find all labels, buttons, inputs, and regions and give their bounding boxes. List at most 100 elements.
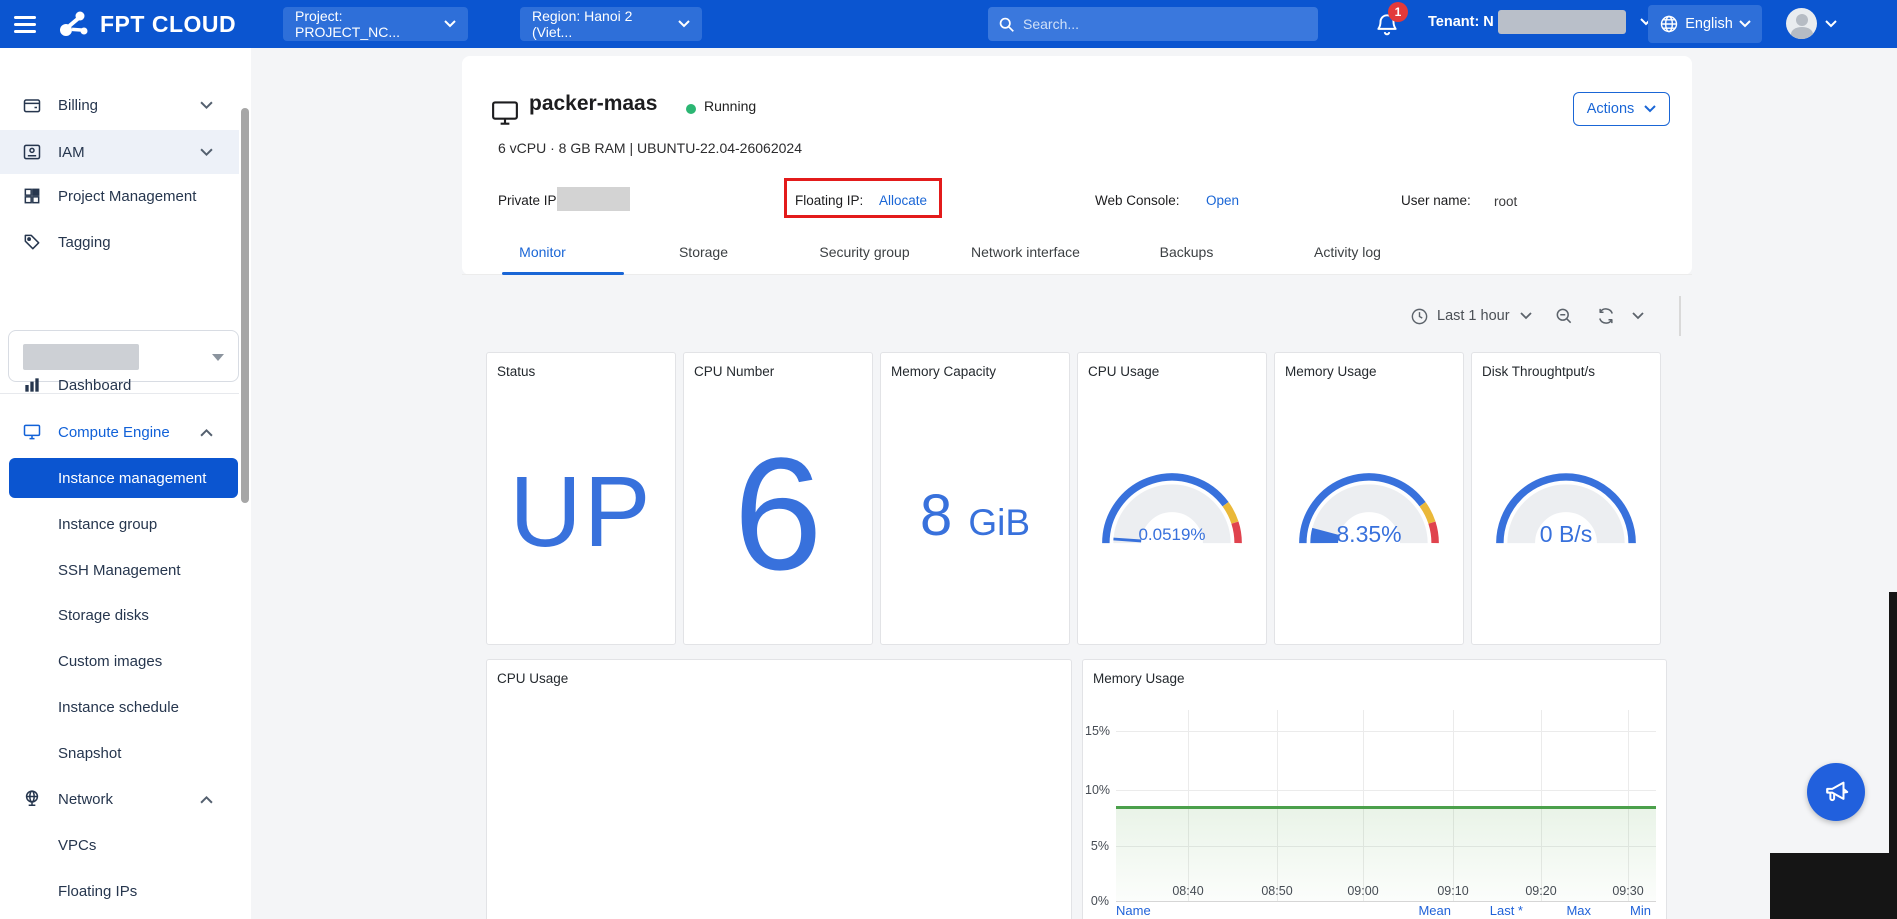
memory-usage-value: 8.35% bbox=[1275, 521, 1463, 548]
gridline bbox=[1116, 790, 1656, 791]
sidebar-scrollbar[interactable] bbox=[241, 108, 249, 503]
search-input[interactable] bbox=[1023, 16, 1283, 32]
tag-icon bbox=[22, 232, 42, 252]
announcement-fab[interactable] bbox=[1807, 763, 1865, 821]
screen-edge bbox=[1770, 853, 1897, 919]
tab-backups[interactable]: Backups bbox=[1106, 232, 1267, 274]
top-navbar: FPT CLOUD Project: PROJECT_NC... Region:… bbox=[0, 0, 1897, 48]
status-text: Running bbox=[704, 98, 756, 114]
panel-status: Status UP bbox=[486, 352, 676, 645]
sidebar-item-storage-disks[interactable]: Storage disks bbox=[0, 595, 239, 635]
app-root: FPT CLOUD Project: PROJECT_NC... Region:… bbox=[0, 0, 1897, 919]
private-ip-label: Private IP: bbox=[498, 193, 560, 208]
cpu-usage-value: 0.0519% bbox=[1078, 525, 1266, 545]
memory-capacity-value: 8 GiB bbox=[920, 482, 1030, 549]
x-axis-line bbox=[1116, 901, 1656, 902]
language-selector[interactable]: English bbox=[1648, 5, 1762, 43]
legend-col-min[interactable]: Min bbox=[1581, 903, 1651, 918]
sidebar-item-instance-group[interactable]: Instance group bbox=[0, 504, 239, 544]
monitor-icon bbox=[22, 422, 42, 442]
region-selector[interactable]: Region: Hanoi 2 (Viet... bbox=[520, 7, 702, 41]
panel-title: CPU Usage bbox=[497, 671, 568, 686]
open-console-link[interactable]: Open bbox=[1206, 193, 1239, 208]
sidebar-item-project-management[interactable]: Project Management bbox=[0, 176, 239, 216]
brand-logo: FPT CLOUD bbox=[56, 8, 236, 40]
chevron-down-icon bbox=[200, 101, 213, 110]
network-globe-icon bbox=[22, 789, 42, 809]
x-tick: 09:00 bbox=[1338, 884, 1388, 898]
tenant-redacted-value bbox=[1498, 10, 1626, 34]
y-tick: 5% bbox=[1085, 839, 1109, 853]
tab-monitor[interactable]: Monitor bbox=[462, 232, 623, 274]
legend-header: Name Mean Last * Max Min bbox=[1083, 903, 1666, 919]
zoom-out-button[interactable] bbox=[1554, 306, 1574, 326]
notification-badge: 1 bbox=[1388, 2, 1408, 22]
chevron-down-icon bbox=[1520, 312, 1532, 320]
chevron-down-icon bbox=[1825, 20, 1837, 28]
tab-storage[interactable]: Storage bbox=[623, 232, 784, 274]
monitor-icon bbox=[489, 98, 521, 128]
sidebar-item-tagging[interactable]: Tagging bbox=[0, 222, 239, 262]
x-tick: 09:20 bbox=[1516, 884, 1566, 898]
sidebar-item-floating-ips[interactable]: Floating IPs bbox=[0, 871, 239, 911]
legend-col-last[interactable]: Last * bbox=[1453, 903, 1523, 918]
sidebar-item-ssh-management[interactable]: SSH Management bbox=[0, 550, 239, 590]
dashboard-toolbar: Last 1 hour bbox=[1410, 296, 1644, 336]
chevron-down-icon bbox=[1644, 105, 1656, 113]
sidebar-item-compute-engine[interactable]: Compute Engine bbox=[0, 412, 239, 452]
legend-col-mean[interactable]: Mean bbox=[1381, 903, 1451, 918]
sidebar-item-vpcs[interactable]: VPCs bbox=[0, 825, 239, 865]
refresh-button[interactable] bbox=[1596, 306, 1616, 326]
actions-button[interactable]: Actions bbox=[1573, 92, 1670, 126]
sidebar-item-custom-images[interactable]: Custom images bbox=[0, 641, 239, 681]
tenant-selector[interactable]: Tenant: N bbox=[1428, 14, 1652, 30]
active-tab-underline bbox=[502, 272, 624, 275]
clock-icon bbox=[1410, 307, 1429, 326]
x-tick: 08:40 bbox=[1163, 884, 1213, 898]
tab-network-interface[interactable]: Network interface bbox=[945, 232, 1106, 274]
sidebar-item-instance-schedule[interactable]: Instance schedule bbox=[0, 687, 239, 727]
web-console-label: Web Console: bbox=[1095, 193, 1180, 208]
y-tick: 10% bbox=[1085, 783, 1109, 797]
x-tick: 08:50 bbox=[1252, 884, 1302, 898]
sidebar-item-dashboard[interactable]: Dashboard bbox=[0, 365, 239, 405]
legend-col-name[interactable]: Name bbox=[1116, 903, 1151, 918]
gridline bbox=[1116, 731, 1656, 732]
sidebar-item-network[interactable]: Network bbox=[0, 779, 239, 819]
globe-icon bbox=[1659, 14, 1679, 34]
user-menu[interactable] bbox=[1786, 8, 1837, 39]
time-range-picker[interactable]: Last 1 hour bbox=[1410, 307, 1532, 326]
status-value: UP bbox=[510, 455, 653, 570]
sidebar-item-instance-management[interactable]: Instance management bbox=[9, 458, 238, 498]
instance-header-card: packer-maas Running 6 vCPU · 8 GB RAM | … bbox=[462, 56, 1692, 275]
x-tick: 09:10 bbox=[1428, 884, 1478, 898]
private-ip-redacted-value bbox=[557, 187, 630, 211]
time-range-value: Last 1 hour bbox=[1437, 308, 1510, 324]
chevron-down-icon bbox=[678, 20, 690, 28]
id-card-icon bbox=[22, 142, 42, 162]
grid-icon bbox=[22, 186, 42, 206]
sidebar-item-billing[interactable]: Billing bbox=[0, 85, 239, 125]
chevron-down-icon bbox=[1632, 312, 1644, 320]
menu-icon[interactable] bbox=[12, 12, 38, 36]
tab-bar: Monitor Storage Security group Network i… bbox=[462, 232, 1692, 275]
instance-name: packer-maas bbox=[529, 92, 657, 116]
panel-memory-usage-chart: Memory Usage 15% 10% 5% 0% 08:40 08:50 0… bbox=[1082, 659, 1667, 919]
megaphone-icon bbox=[1821, 777, 1851, 807]
sidebar-item-snapshot[interactable]: Snapshot bbox=[0, 733, 239, 773]
chevron-down-icon bbox=[444, 20, 456, 28]
panel-cpu-usage-gauge: CPU Usage 0.0519% bbox=[1077, 352, 1267, 645]
disk-throughput-value: 0 B/s bbox=[1472, 521, 1660, 548]
sidebar-item-iam[interactable]: IAM bbox=[0, 130, 239, 174]
panel-cpu-usage-chart: CPU Usage bbox=[486, 659, 1072, 919]
panel-title: Disk Throughtput/s bbox=[1482, 364, 1595, 379]
search-box bbox=[988, 7, 1318, 41]
project-selector[interactable]: Project: PROJECT_NC... bbox=[283, 7, 468, 41]
tab-activity-log[interactable]: Activity log bbox=[1267, 232, 1428, 274]
tab-security-group[interactable]: Security group bbox=[784, 232, 945, 274]
refresh-interval-dropdown[interactable] bbox=[1632, 312, 1644, 320]
allocate-link[interactable]: Allocate bbox=[879, 193, 927, 208]
chevron-down-icon bbox=[1739, 20, 1751, 28]
y-tick: 15% bbox=[1085, 724, 1109, 738]
toolbar-divider bbox=[1679, 296, 1681, 336]
